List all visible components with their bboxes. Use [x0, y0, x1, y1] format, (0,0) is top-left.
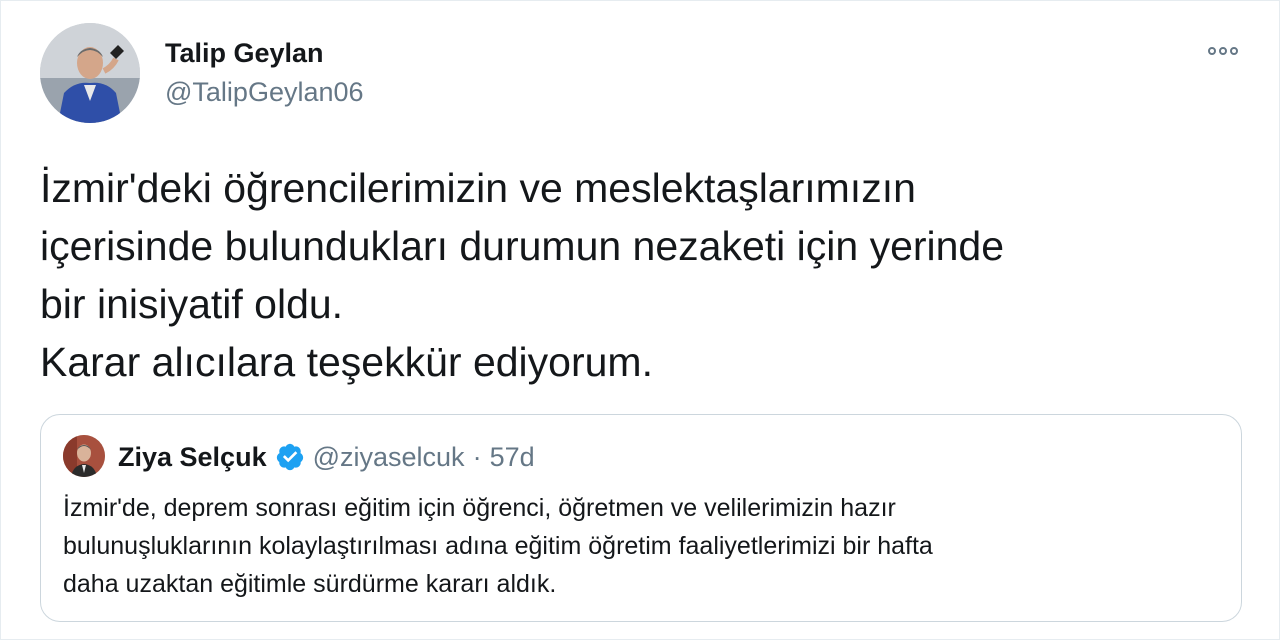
tweet-card: Talip Geylan @TalipGeylan06 İzmir'deki ö…	[0, 0, 1280, 640]
more-options-button[interactable]	[1201, 39, 1245, 63]
quoted-text: İzmir'de, deprem sonrası eğitim için öğr…	[63, 489, 1213, 603]
verified-badge-icon	[276, 443, 303, 471]
quoted-text-line: daha uzaktan eğitimle sürdürme kararı al…	[63, 570, 557, 598]
profile-photo-icon	[40, 23, 140, 123]
quoted-author-avatar[interactable]	[63, 435, 105, 477]
quoted-header: Ziya Selçuk @ziyaselcuk · 57d	[118, 441, 535, 473]
tweet-text-line: bir inisiyatif oldu.	[40, 281, 344, 327]
quoted-text-line: bulunuşluklarının kolaylaştırılması adın…	[63, 532, 933, 560]
quoted-author-handle[interactable]: @ziyaselcuk	[313, 441, 465, 473]
tweet-text: İzmir'deki öğrencilerimizin ve meslektaş…	[40, 159, 1240, 391]
more-options-icon	[1208, 47, 1216, 55]
quoted-tweet[interactable]: Ziya Selçuk @ziyaselcuk · 57d İzmir'de, …	[40, 414, 1242, 622]
tweet-text-line: Karar alıcılara teşekkür ediyorum.	[40, 339, 653, 385]
author-name[interactable]: Talip Geylan	[165, 37, 324, 69]
separator-dot: ·	[472, 442, 482, 472]
more-options-icon-dot	[1219, 47, 1227, 55]
tweet-text-line: İzmir'deki öğrencilerimizin ve meslektaş…	[40, 165, 916, 211]
quoted-author-name[interactable]: Ziya Selçuk	[118, 441, 267, 473]
profile-photo-icon	[63, 435, 105, 477]
quoted-text-line: İzmir'de, deprem sonrası eğitim için öğr…	[63, 494, 896, 522]
author-handle[interactable]: @TalipGeylan06	[165, 76, 364, 108]
tweet-text-line: içerisinde bulundukları durumun nezaketi…	[40, 223, 1005, 269]
more-options-icon-dot	[1230, 47, 1238, 55]
quoted-timestamp[interactable]: 57d	[490, 441, 535, 473]
author-avatar[interactable]	[40, 23, 140, 123]
